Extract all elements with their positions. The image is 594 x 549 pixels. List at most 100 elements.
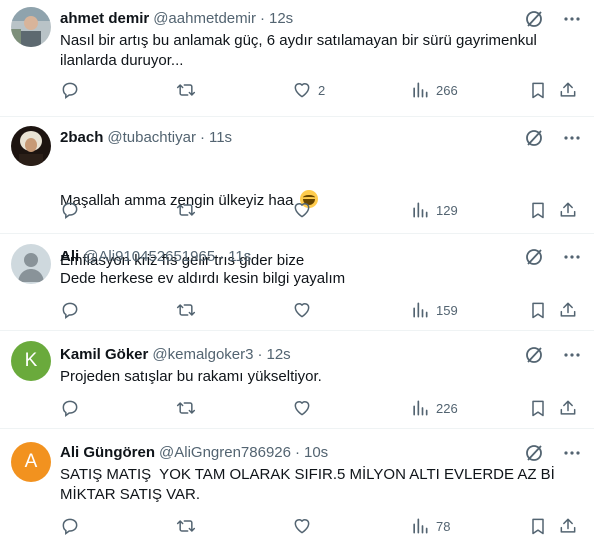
view-count: 129 [436, 202, 458, 218]
bookmark-button[interactable] [528, 300, 548, 320]
like-button[interactable]: 2 [292, 80, 325, 100]
reply-icon [62, 302, 78, 319]
share-button[interactable] [558, 200, 578, 220]
separator-dot: · [294, 443, 300, 461]
timestamp[interactable]: 11s [209, 129, 232, 146]
reply-button[interactable] [60, 516, 80, 536]
retweet-icon [176, 520, 196, 532]
share-icon [560, 400, 576, 415]
like-button[interactable] [292, 300, 312, 320]
timestamp[interactable]: 12s [269, 10, 293, 27]
grok-icon[interactable] [524, 9, 544, 29]
bookmark-icon [532, 400, 544, 417]
tweet-text: SATIŞ MATIŞ YOK TAM OLARAK SIFIR.5 MİLYO… [60, 466, 555, 503]
retweet-icon [176, 84, 196, 96]
bookmark-button[interactable] [528, 516, 548, 536]
views-icon [413, 400, 428, 416]
like-button[interactable] [292, 200, 312, 220]
reply-icon [62, 400, 78, 417]
avatar-letter: K [24, 350, 38, 371]
views-button[interactable]: 159 [410, 300, 458, 320]
share-button[interactable] [558, 300, 578, 320]
avatar[interactable]: K [11, 341, 51, 381]
user-handle[interactable]: @kemalgoker3 [152, 346, 253, 363]
user-handle[interactable]: @aahmetdemir [153, 10, 256, 27]
reply-button[interactable] [60, 398, 80, 418]
avatar[interactable]: A [11, 442, 51, 482]
display-name[interactable]: Ali [60, 248, 79, 265]
retweet-button[interactable] [176, 200, 196, 220]
retweet-button[interactable] [176, 300, 196, 320]
share-button[interactable] [558, 516, 578, 536]
more-icon[interactable] [562, 247, 582, 267]
avatar[interactable] [11, 7, 51, 47]
separator-dot: · [199, 128, 205, 146]
retweet-button[interactable] [176, 80, 196, 100]
avatar-letter: A [24, 451, 38, 472]
share-icon [560, 202, 576, 217]
tweet[interactable]: A Ali Güngören @AliGngren786926 · 10s SA… [0, 429, 594, 549]
timestamp[interactable]: 10s [304, 444, 328, 461]
views-icon [413, 82, 428, 98]
heart-icon [294, 303, 310, 318]
view-count: 266 [436, 82, 458, 98]
grok-icon[interactable] [524, 128, 544, 148]
like-count: 2 [318, 82, 326, 98]
display-name[interactable]: Ali Güngören [60, 444, 155, 461]
reply-icon [62, 202, 78, 219]
heart-icon [294, 519, 310, 534]
retweet-icon [176, 304, 196, 316]
tweet-text: Projeden satışlar bu rakamı yükseltiyor. [60, 368, 322, 385]
separator-dot: · [257, 345, 263, 363]
views-button[interactable]: 78 [410, 516, 450, 536]
avatar[interactable] [11, 244, 51, 284]
more-icon[interactable] [562, 9, 582, 29]
bookmark-icon [532, 302, 544, 319]
bookmark-icon [532, 82, 544, 99]
more-icon[interactable] [562, 128, 582, 148]
avatar[interactable] [11, 126, 51, 166]
tweet[interactable]: Ali @Ali910452651965 · 11s Dede herkese … [0, 234, 594, 331]
reply-button[interactable] [60, 300, 80, 320]
grok-icon[interactable] [524, 247, 544, 267]
view-count: 159 [436, 302, 458, 318]
bookmark-icon [532, 202, 544, 219]
user-handle[interactable]: @tubachtiyar [107, 129, 196, 146]
user-handle[interactable]: @AliGngren786926 [159, 444, 291, 461]
grok-icon[interactable] [524, 345, 544, 365]
share-button[interactable] [558, 398, 578, 418]
reply-feed: ahmet demir @aahmetdemir · 12s Nasıl bir… [0, 0, 594, 549]
share-icon [560, 82, 576, 97]
heart-icon [294, 83, 310, 98]
retweet-button[interactable] [176, 398, 196, 418]
share-button[interactable] [558, 80, 578, 100]
like-button[interactable] [292, 398, 312, 418]
retweet-icon [176, 402, 196, 414]
views-button[interactable]: 129 [410, 200, 458, 220]
more-icon[interactable] [562, 443, 582, 463]
retweet-button[interactable] [176, 516, 196, 536]
views-icon [413, 518, 428, 534]
like-button[interactable] [292, 516, 312, 536]
timestamp[interactable]: 11s [228, 248, 251, 265]
tweet-text: Dede herkese ev aldırdı kesin bilgi yaya… [60, 270, 346, 287]
more-icon[interactable] [562, 345, 582, 365]
tweet[interactable]: K Kamil Göker @kemalgoker3 · 12s Projede… [0, 331, 594, 429]
reply-button[interactable] [60, 80, 80, 100]
bookmark-button[interactable] [528, 398, 548, 418]
views-button[interactable]: 226 [410, 398, 458, 418]
user-handle[interactable]: @Ali910452651965 [83, 248, 215, 265]
display-name[interactable]: 2bach [60, 129, 103, 146]
reply-icon [62, 82, 78, 99]
display-name[interactable]: ahmet demir [60, 10, 149, 27]
views-button[interactable]: 266 [410, 80, 458, 100]
grok-icon[interactable] [524, 443, 544, 463]
tweet[interactable]: 2bach @tubachtiyar · 11s Maşallah amma z… [0, 117, 594, 269]
bookmark-button[interactable] [528, 80, 548, 100]
display-name[interactable]: Kamil Göker [60, 346, 148, 363]
reply-button[interactable] [60, 200, 80, 220]
timestamp[interactable]: 12s [266, 346, 290, 363]
tweet[interactable]: ahmet demir @aahmetdemir · 12s Nasıl bir… [0, 0, 594, 117]
share-icon [560, 518, 576, 533]
bookmark-button[interactable] [528, 200, 548, 220]
